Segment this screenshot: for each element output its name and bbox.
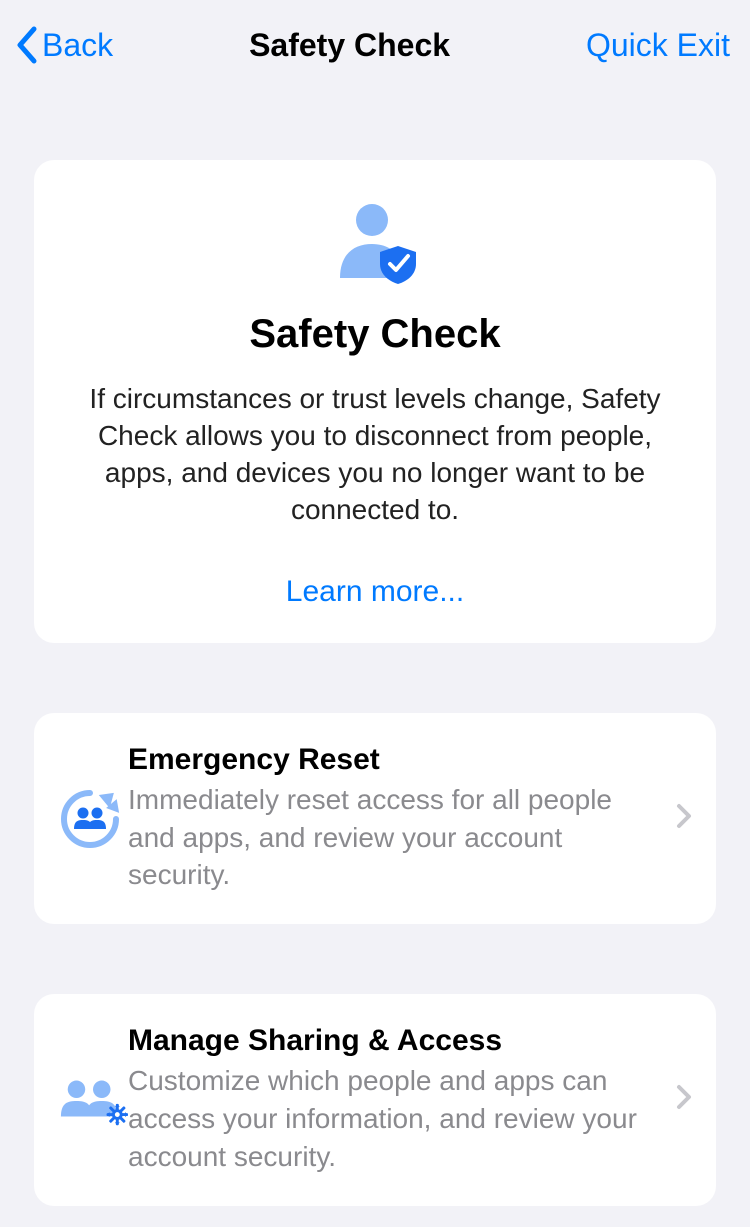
chevron-right-icon (676, 803, 692, 834)
content-area: Safety Check If circumstances or trust l… (0, 90, 750, 1206)
option-description: Customize which people and apps can acce… (128, 1062, 666, 1175)
emergency-reset-icon (58, 787, 128, 851)
option-text: Manage Sharing & Access Customize which … (128, 1024, 676, 1175)
option-description: Immediately reset access for all people … (128, 781, 666, 894)
manage-sharing-option[interactable]: Manage Sharing & Access Customize which … (34, 994, 716, 1205)
back-label: Back (42, 27, 113, 64)
learn-more-link[interactable]: Learn more... (68, 575, 682, 609)
emergency-reset-option[interactable]: Emergency Reset Immediately reset access… (34, 713, 716, 924)
option-text: Emergency Reset Immediately reset access… (128, 743, 676, 894)
option-title: Manage Sharing & Access (128, 1024, 666, 1058)
page-title: Safety Check (113, 27, 586, 64)
intro-description: If circumstances or trust levels change,… (68, 381, 682, 529)
intro-card: Safety Check If circumstances or trust l… (34, 160, 716, 643)
quick-exit-button[interactable]: Quick Exit (586, 27, 730, 64)
safety-check-icon (68, 200, 682, 284)
chevron-left-icon (14, 25, 40, 65)
navigation-bar: Back Safety Check Quick Exit (0, 0, 750, 90)
intro-title: Safety Check (68, 312, 682, 357)
back-button[interactable]: Back (14, 25, 113, 65)
chevron-right-icon (676, 1084, 692, 1115)
manage-sharing-icon (58, 1072, 128, 1128)
option-title: Emergency Reset (128, 743, 666, 777)
